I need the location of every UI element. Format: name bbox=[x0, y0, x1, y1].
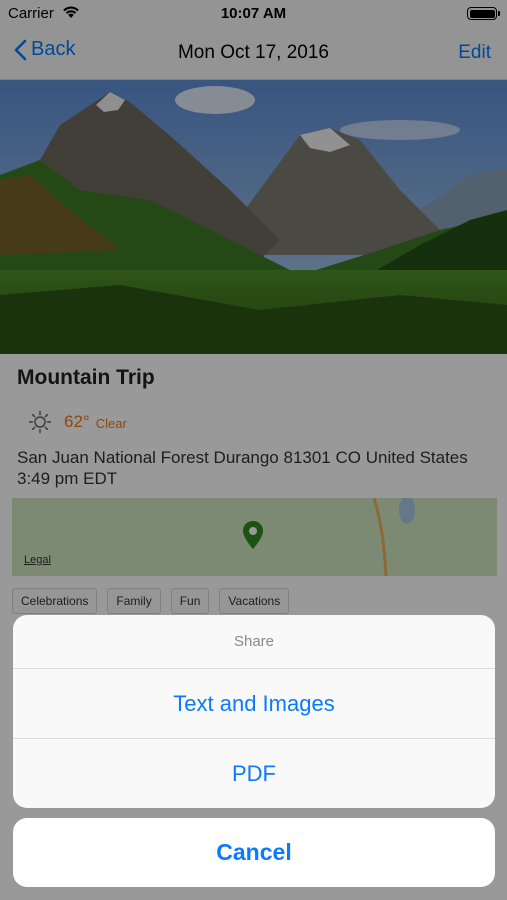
share-action-sheet: Share Text and Images PDF bbox=[13, 615, 495, 808]
journal-entry-screen: Carrier 10:07 AM Back Mon Oct 17, 2016 E… bbox=[0, 0, 507, 900]
share-pdf-button[interactable]: PDF bbox=[13, 739, 495, 808]
share-text-images-button[interactable]: Text and Images bbox=[13, 669, 495, 739]
cancel-button[interactable]: Cancel bbox=[13, 818, 495, 887]
action-sheet-title: Share bbox=[13, 615, 495, 669]
